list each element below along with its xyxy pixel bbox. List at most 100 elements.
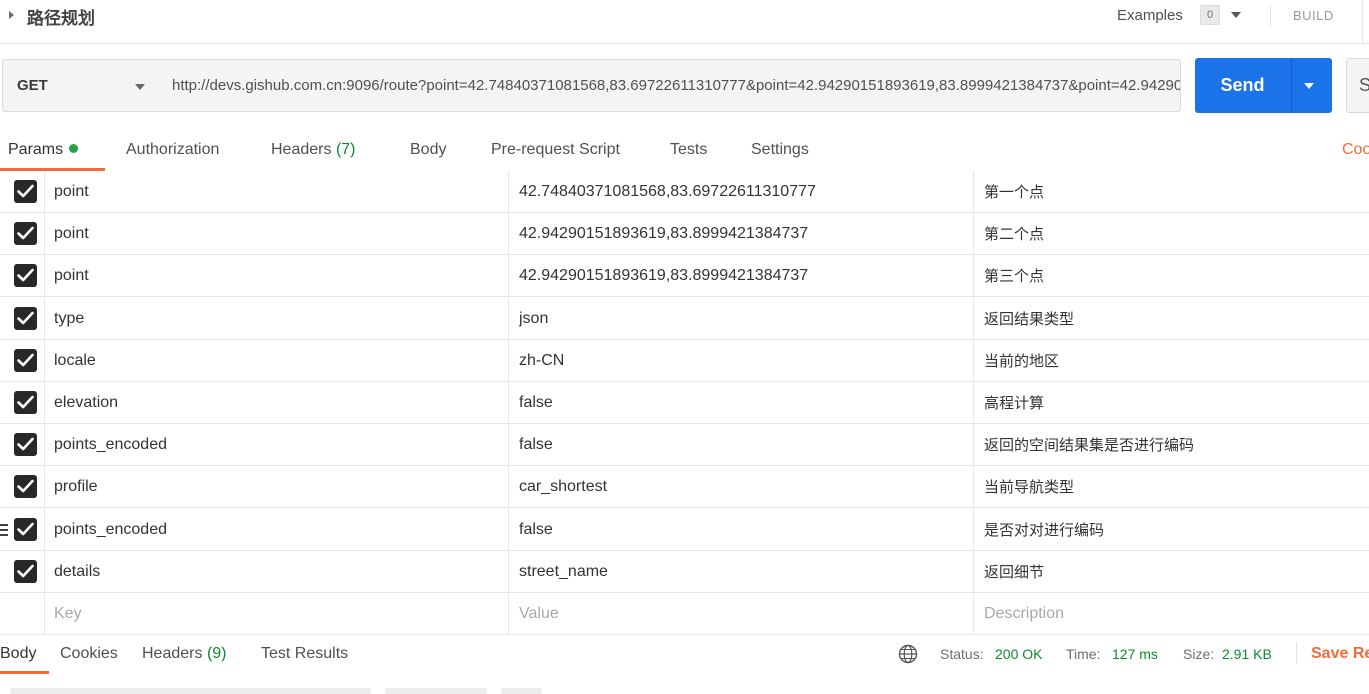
param-description-cell[interactable]: 当前的地区 — [984, 340, 1365, 382]
examples-button[interactable]: Examples — [1117, 7, 1183, 24]
param-value-cell[interactable]: 42.94290151893619,83.8999421384737 — [519, 255, 964, 297]
response-toolbar-stub — [385, 688, 487, 694]
param-row[interactable]: type json 返回结果类型 — [0, 297, 1369, 340]
column-divider — [44, 171, 45, 213]
tab-params[interactable]: Params — [8, 141, 79, 159]
param-key-cell[interactable]: point — [54, 213, 498, 255]
param-description-cell[interactable]: 返回的空间结果集是否进行编码 — [984, 424, 1365, 466]
param-value-cell[interactable]: false — [519, 509, 964, 551]
column-divider — [44, 550, 45, 593]
response-divider — [1296, 642, 1297, 664]
param-description-cell[interactable]: 第一个点 — [984, 171, 1365, 213]
param-checkbox[interactable] — [14, 391, 37, 414]
chevron-down-icon[interactable] — [1231, 12, 1241, 18]
param-checkbox[interactable] — [14, 348, 37, 372]
response-tab-test-results[interactable]: Test Results — [261, 645, 348, 663]
param-value-cell[interactable]: false — [519, 382, 964, 424]
new-param-row[interactable]: Key Value Description — [0, 593, 1369, 635]
param-row[interactable]: elevation false 高程计算 — [0, 382, 1369, 424]
param-value-cell[interactable]: 42.74840371081568,83.69722611310777 — [519, 171, 964, 213]
column-divider — [973, 382, 974, 424]
new-value-input[interactable]: Value — [519, 593, 964, 635]
param-description-cell[interactable]: 高程计算 — [984, 382, 1365, 424]
param-description-cell[interactable]: 是否对对进行编码 — [984, 509, 1365, 551]
tab-authorization[interactable]: Authorization — [126, 141, 219, 159]
size-label: Size: — [1183, 646, 1215, 662]
param-description-cell[interactable]: 第二个点 — [984, 213, 1365, 255]
expand-caret-icon[interactable] — [9, 11, 14, 19]
time-value[interactable]: 127 ms — [1112, 646, 1158, 662]
param-row[interactable]: profile car_shortest 当前导航类型 — [0, 466, 1369, 509]
tab-tests[interactable]: Tests — [670, 141, 707, 159]
new-key-input[interactable]: Key — [54, 593, 498, 635]
param-key-cell[interactable]: type — [54, 298, 498, 340]
param-description-cell[interactable]: 第三个点 — [984, 255, 1365, 297]
param-checkbox[interactable] — [14, 559, 37, 583]
column-divider — [44, 508, 45, 551]
param-key-cell[interactable]: profile — [54, 466, 498, 508]
param-checkbox[interactable] — [14, 475, 37, 499]
param-value-cell[interactable]: car_shortest — [519, 466, 964, 508]
param-description-cell[interactable]: 当前导航类型 — [984, 466, 1365, 508]
param-key-cell[interactable]: details — [54, 551, 498, 593]
param-value-cell[interactable]: json — [519, 298, 964, 340]
send-button[interactable]: Send — [1195, 58, 1332, 113]
param-key-cell[interactable]: points_encoded — [54, 424, 498, 466]
param-value-cell[interactable]: false — [519, 424, 964, 466]
param-description-cell[interactable]: 返回结果类型 — [984, 298, 1365, 340]
globe-icon[interactable] — [898, 644, 918, 664]
param-key-cell[interactable]: point — [54, 171, 498, 213]
column-divider — [508, 382, 509, 424]
param-key-cell[interactable]: points_encoded — [54, 509, 498, 551]
build-button[interactable]: BUILD — [1293, 8, 1334, 23]
param-value-cell[interactable]: street_name — [519, 551, 964, 593]
code-link[interactable]: Cookies — [1342, 141, 1369, 159]
param-row[interactable]: details street_name 返回细节 — [0, 550, 1369, 593]
url-input[interactable]: http://devs.gishub.com.cn:9096/route?poi… — [160, 59, 1181, 112]
tab-headers[interactable]: Headers (7) — [271, 141, 356, 159]
param-key-cell[interactable]: elevation — [54, 382, 498, 424]
param-row[interactable]: points_encoded false 是否对对进行编码 — [0, 508, 1369, 551]
response-tab-body[interactable]: Body — [0, 645, 36, 663]
tab-body[interactable]: Body — [410, 141, 446, 159]
request-title[interactable]: 路径规划 — [27, 4, 95, 29]
param-row[interactable]: point 42.94290151893619,83.8999421384737 第… — [0, 255, 1369, 298]
param-value-cell[interactable]: zh-CN — [519, 340, 964, 382]
param-checkbox[interactable] — [14, 517, 37, 541]
param-checkbox[interactable] — [14, 433, 37, 457]
column-divider — [508, 213, 509, 256]
response-tab-headers[interactable]: Headers (9) — [142, 645, 227, 663]
send-options-chevron-icon[interactable] — [1304, 83, 1314, 89]
param-checkbox[interactable] — [14, 264, 37, 288]
column-divider — [508, 255, 509, 298]
param-checkbox[interactable] — [14, 222, 37, 246]
param-checkbox[interactable] — [14, 180, 37, 203]
new-description-input[interactable]: Description — [984, 593, 1365, 635]
column-divider — [973, 171, 974, 213]
save-button[interactable]: S — [1346, 58, 1369, 113]
tab-prerequest-script[interactable]: Pre-request Script — [491, 141, 620, 159]
response-tab-cookies[interactable]: Cookies — [60, 645, 118, 663]
param-value-cell[interactable]: 42.94290151893619,83.8999421384737 — [519, 213, 964, 255]
column-divider — [44, 466, 45, 509]
response-tab-headers-count: (9) — [206, 645, 227, 662]
size-value[interactable]: 2.91 KB — [1222, 646, 1272, 662]
response-toolbar-stub — [501, 688, 542, 694]
param-row[interactable]: locale zh-CN 当前的地区 — [0, 339, 1369, 382]
save-response-button[interactable]: Save Re — [1311, 645, 1369, 663]
param-row[interactable]: points_encoded false 返回的空间结果集是否进行编码 — [0, 424, 1369, 467]
param-description-cell[interactable]: 返回细节 — [984, 551, 1365, 593]
chevron-down-icon — [135, 84, 145, 90]
param-key-cell[interactable]: locale — [54, 340, 498, 382]
column-divider — [44, 213, 45, 256]
tab-settings[interactable]: Settings — [751, 141, 809, 159]
column-divider — [508, 424, 509, 467]
drag-handle-icon[interactable] — [0, 523, 8, 536]
response-active-tab-indicator — [0, 671, 49, 674]
column-divider — [508, 339, 509, 382]
param-checkbox[interactable] — [14, 306, 37, 330]
param-row[interactable]: point 42.74840371081568,83.69722611310777… — [0, 171, 1369, 213]
method-select[interactable]: GET — [2, 59, 161, 112]
param-key-cell[interactable]: point — [54, 255, 498, 297]
param-row[interactable]: point 42.94290151893619,83.8999421384737 第… — [0, 213, 1369, 256]
